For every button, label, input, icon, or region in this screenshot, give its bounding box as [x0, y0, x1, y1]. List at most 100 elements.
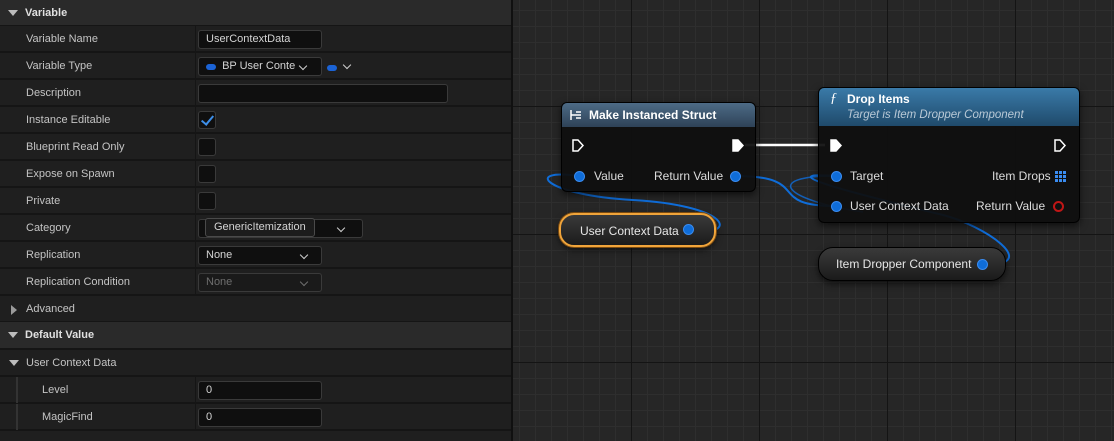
return-value-pin[interactable]	[730, 171, 741, 182]
container-type-dropdown[interactable]	[327, 60, 352, 74]
column-divider[interactable]	[195, 242, 196, 268]
column-divider[interactable]	[195, 53, 196, 79]
struct-type-icon	[206, 63, 216, 70]
level-label: Level	[42, 384, 69, 396]
replication-condition-value: None	[206, 276, 233, 288]
row-private: Private	[0, 187, 511, 214]
row-level: Level 0	[0, 376, 511, 403]
row-category: Category GenericItemization	[0, 214, 511, 241]
private-label: Private	[26, 195, 61, 207]
column-divider[interactable]	[195, 134, 196, 160]
column-divider[interactable]	[195, 269, 196, 295]
array-pin-icon[interactable]	[1055, 171, 1066, 182]
row-blueprint-read-only: Blueprint Read Only	[0, 133, 511, 160]
row-user-context-data[interactable]: User Context Data	[0, 349, 511, 375]
single-container-icon	[327, 65, 337, 72]
node-header: ƒ Drop Items Target is Item Dropper Comp…	[819, 88, 1079, 126]
column-divider[interactable]	[195, 80, 196, 106]
variable-name-input[interactable]: UserContextData	[198, 30, 322, 49]
expand-arrow-icon	[11, 305, 17, 315]
row-description: Description	[0, 79, 511, 106]
return-value-pin-label: Return Value	[654, 169, 724, 183]
chevron-down-icon	[299, 250, 309, 260]
column-divider[interactable]	[195, 107, 196, 133]
collapse-arrow-icon	[8, 10, 18, 16]
row-partial	[0, 430, 511, 441]
variable-node-label: Item Dropper Component	[836, 257, 972, 271]
replication-label: Replication	[26, 249, 81, 261]
section-variable-title: Variable	[25, 7, 68, 19]
column-divider[interactable]	[195, 215, 196, 241]
value-pin-label: Value	[594, 169, 624, 183]
instance-editable-checkbox[interactable]	[198, 111, 216, 129]
variable-type-value: BP User Conte	[222, 60, 296, 72]
exec-out-pin[interactable]	[1054, 139, 1066, 152]
section-default-value-title: Default Value	[25, 329, 95, 341]
chevron-down-icon	[299, 277, 309, 287]
indent-guide	[16, 404, 18, 430]
user-context-data-pin[interactable]	[831, 201, 842, 212]
row-expose-on-spawn: Expose on Spawn	[0, 160, 511, 187]
target-pin-label: Target	[850, 169, 884, 183]
value-pin[interactable]	[574, 171, 585, 182]
section-variable[interactable]: Variable	[0, 0, 511, 26]
category-combo[interactable]: GenericItemization	[198, 218, 363, 238]
row-replication-condition: Replication Condition None	[0, 268, 511, 295]
exec-in-pin[interactable]	[572, 139, 584, 152]
expose-on-spawn-checkbox[interactable]	[198, 165, 216, 183]
return-value-pin-label: Return Value	[976, 199, 1046, 213]
chevron-down-icon	[342, 60, 352, 70]
row-replication: Replication None	[0, 241, 511, 268]
blueprint-read-only-checkbox[interactable]	[198, 138, 216, 156]
drop-items-title: Drop Items	[847, 92, 910, 106]
user-context-data-variable-node[interactable]: User Context Data	[559, 213, 716, 247]
return-value-pin[interactable]	[1053, 201, 1064, 212]
target-pin[interactable]	[831, 171, 842, 182]
item-drops-pin-label: Item Drops	[992, 169, 1051, 183]
private-checkbox[interactable]	[198, 192, 216, 210]
user-context-data-label: User Context Data	[26, 357, 117, 369]
row-variable-name: Variable Name UserContextData	[0, 25, 511, 52]
description-input[interactable]	[198, 84, 448, 103]
row-advanced[interactable]: Advanced	[0, 295, 511, 321]
category-label: Category	[26, 222, 71, 234]
instance-editable-label: Instance Editable	[26, 114, 111, 126]
column-divider[interactable]	[195, 161, 196, 187]
column-divider[interactable]	[195, 404, 196, 430]
user-context-data-pin-label: User Context Data	[850, 199, 949, 213]
magicfind-input[interactable]: 0	[198, 408, 322, 427]
variable-name-label: Variable Name	[26, 33, 98, 45]
replication-condition-dropdown: None	[198, 273, 322, 292]
section-default-value[interactable]: Default Value	[0, 322, 511, 348]
drop-items-node[interactable]: ƒ Drop Items Target is Item Dropper Comp…	[818, 87, 1080, 223]
expose-on-spawn-label: Expose on Spawn	[26, 168, 115, 180]
category-input[interactable]: GenericItemization	[205, 218, 315, 237]
variable-type-dropdown[interactable]: BP User Conte	[198, 57, 322, 76]
column-divider[interactable]	[195, 377, 196, 403]
column-divider[interactable]	[195, 26, 196, 52]
advanced-label: Advanced	[26, 303, 75, 315]
item-dropper-component-variable-node[interactable]: Item Dropper Component	[818, 247, 1006, 281]
variable-node-label: User Context Data	[580, 224, 679, 238]
replication-condition-label: Replication Condition	[26, 276, 130, 288]
function-icon: ƒ	[830, 91, 837, 106]
blueprint-read-only-label: Blueprint Read Only	[26, 141, 125, 153]
blueprint-graph[interactable]: Make Instanced Struct Value Return Value…	[511, 0, 1114, 441]
variable-output-pin[interactable]	[977, 259, 988, 270]
drop-items-subtitle: Target is Item Dropper Component	[847, 109, 1024, 121]
variable-type-label: Variable Type	[26, 60, 93, 72]
make-struct-title: Make Instanced Struct	[589, 108, 717, 122]
replication-value: None	[206, 249, 233, 261]
row-instance-editable: Instance Editable	[0, 106, 511, 133]
exec-in-pin[interactable]	[830, 139, 842, 152]
collapse-arrow-icon	[8, 332, 18, 338]
indent-guide	[16, 377, 18, 403]
column-divider[interactable]	[195, 188, 196, 214]
description-label: Description	[26, 87, 82, 99]
make-instanced-struct-node[interactable]: Make Instanced Struct Value Return Value	[561, 102, 756, 192]
level-input[interactable]: 0	[198, 381, 322, 400]
node-header: Make Instanced Struct	[562, 103, 755, 127]
variable-output-pin[interactable]	[683, 224, 694, 235]
replication-dropdown[interactable]: None	[198, 246, 322, 265]
exec-out-pin[interactable]	[732, 139, 744, 152]
